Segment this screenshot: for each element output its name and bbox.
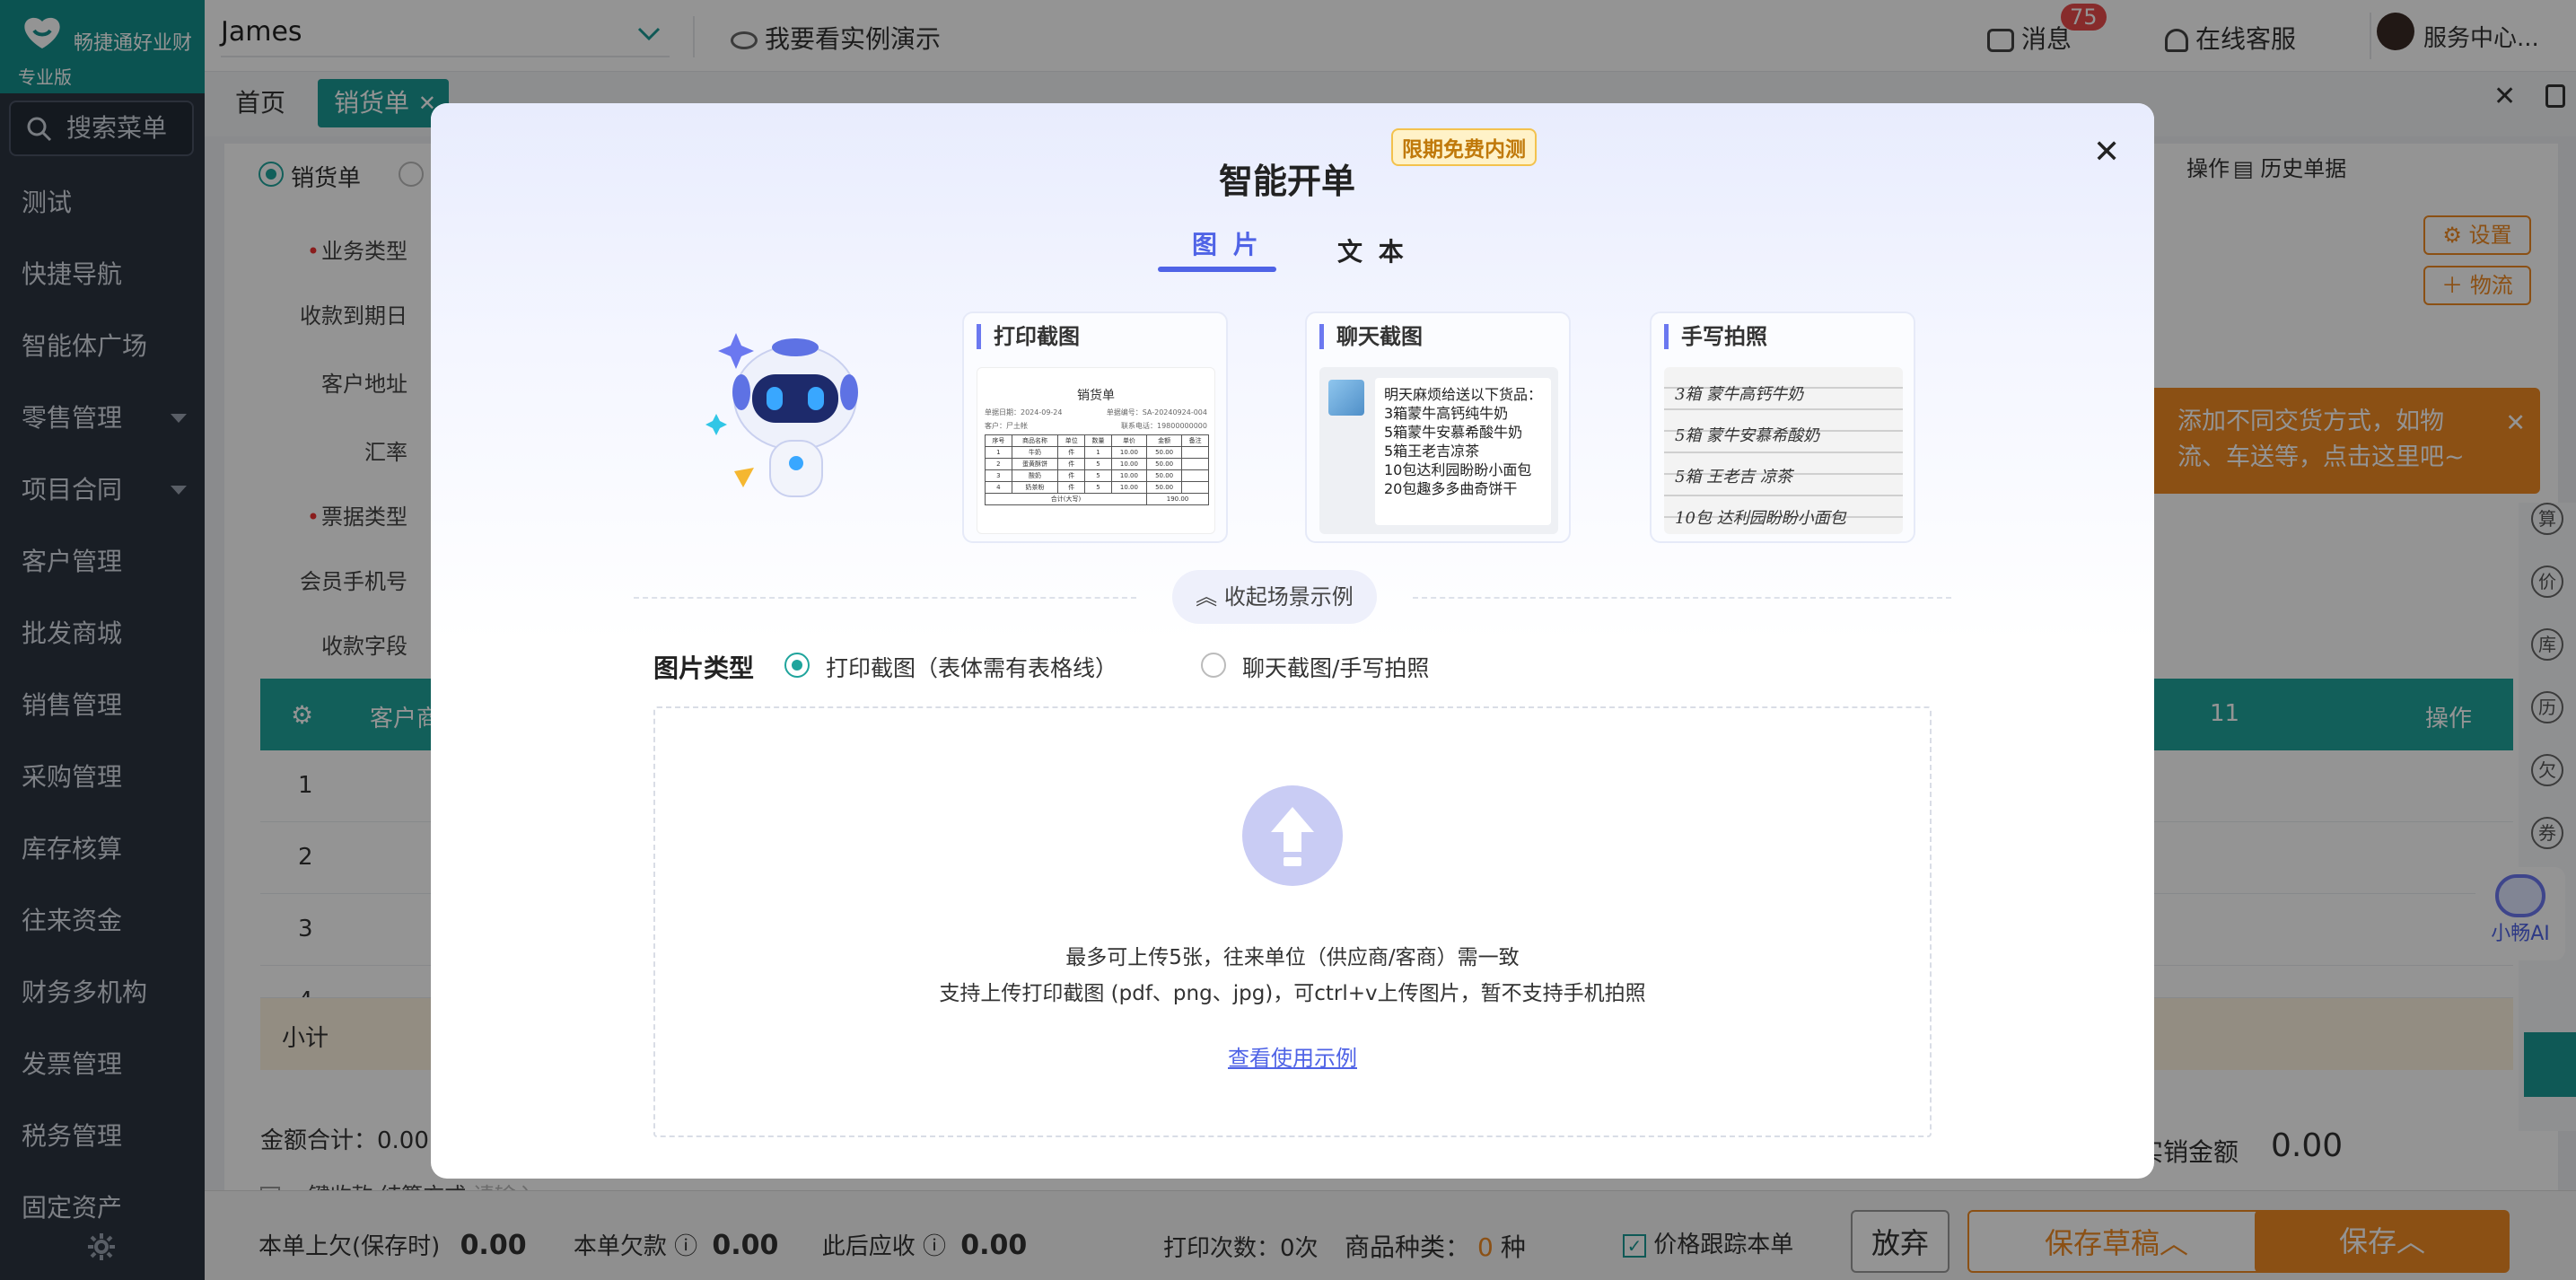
scene-handwritten-photo[interactable]: 手写拍照 3箱 蒙牛高钙牛奶 5箱 蒙牛安慕希酸奶 5箱 王老吉 凉茶 10包 达利园… (1650, 311, 1915, 543)
receipt-cell: 5 (1084, 458, 1112, 470)
receipt-cell: 商品名称 (1011, 434, 1059, 447)
receipt-cell (1181, 469, 1209, 482)
receipt-cell: 牛奶 (1011, 446, 1059, 459)
collapse-examples-button[interactable]: ︽ 收起场景示例 (1172, 570, 1377, 624)
chat-bubble: 明天麻烦给送以下货品： 3箱蒙牛高钙纯牛奶 5箱蒙牛安慕希酸牛奶 5箱王老吉凉茶 10包… (1375, 378, 1551, 525)
receipt-cell (1181, 458, 1209, 470)
receipt-cell: 件 (1057, 469, 1086, 482)
collapse-label: 收起场景示例 (1223, 584, 1354, 609)
chat-line: 5箱王老吉凉茶 (1384, 443, 1480, 460)
chat-preview: 明天麻烦给送以下货品： 3箱蒙牛高钙纯牛奶 5箱蒙牛安慕希酸牛奶 5箱王老吉凉茶 10包… (1319, 367, 1558, 534)
smart-billing-modal: 智能开单 限期免费内测 ✕ 图 片 文 本 打印截图 销货单 单据日期：2024… (431, 103, 2154, 1179)
receipt-cell: 件 (1057, 458, 1086, 470)
upload-icon[interactable] (1242, 785, 1343, 886)
tab-underline (1158, 267, 1276, 272)
receipt-cell (1181, 481, 1209, 494)
receipt-cell: 2 (985, 458, 1012, 470)
image-type-label: 图片类型 (653, 653, 755, 683)
radio-selected (784, 653, 810, 678)
scene-title: 聊天截图 (1319, 324, 1423, 349)
receipt-cell: 酸奶 (1011, 469, 1059, 482)
receipt-cell: 单位 (1057, 434, 1086, 447)
receipt-cell: 10.00 (1110, 458, 1148, 470)
robot-mascot-icon (705, 333, 858, 497)
divider (634, 597, 1136, 599)
view-example-link[interactable]: 查看使用示例 (655, 1040, 1930, 1072)
receipt-meta: 单据日期：2024-09-24 (985, 408, 1063, 416)
receipt-meta: 联系电话：19800000000 (1121, 422, 1207, 430)
receipt-cell: 10.00 (1110, 446, 1148, 459)
chat-line: 10包达利园盼盼小面包 (1384, 461, 1532, 478)
scene-chat-screenshot[interactable]: 聊天截图 明天麻烦给送以下货品： 3箱蒙牛高钙纯牛奶 5箱蒙牛安慕希酸牛奶 5箱王老吉… (1305, 311, 1571, 543)
receipt-cell: 件 (1057, 481, 1086, 494)
upload-hint-1: 最多可上传5张，往来单位（供应商/客商）需一致 (1065, 946, 1520, 969)
option-label: 聊天截图/手写拍照 (1242, 655, 1430, 681)
receipt-row: 2 蛋黄酥饼件 5 10.00 50.00 (985, 458, 1209, 470)
receipt-title: 销货单 (1077, 389, 1115, 403)
receipt-cell: 蛋黄酥饼 (1011, 458, 1059, 470)
receipt-cell: 备注 (1181, 434, 1209, 447)
close-icon[interactable]: ✕ (2093, 134, 2120, 171)
receipt-foot-row: 合计(大写) 190.00 (984, 493, 1209, 505)
receipt-cell: 奶茶粉 (1011, 481, 1059, 494)
handwritten-line: 3箱 蒙牛高钙牛奶 (1675, 385, 1804, 404)
receipt-meta: 客户：尸土帐 (985, 422, 1028, 430)
scene-title: 手写拍照 (1664, 324, 1767, 349)
example-link-label: 查看使用示例 (1228, 1046, 1357, 1071)
receipt-cell: 10.00 (1110, 469, 1148, 482)
tab-image[interactable]: 图 片 (1192, 225, 1262, 261)
scene-title: 打印截图 (977, 324, 1080, 349)
receipt-cell (1181, 446, 1209, 459)
chevron-up-icon: ︽ (1196, 584, 1224, 609)
receipt-cell: 190.00 (1146, 493, 1209, 505)
handwritten-line: 5箱 蒙牛安慕希酸奶 (1675, 426, 1820, 445)
chat-line: 3箱蒙牛高钙纯牛奶 (1384, 405, 1509, 422)
receipt-cell: 3 (985, 469, 1012, 482)
radio-unselected (1201, 653, 1226, 678)
chat-line: 明天麻烦给送以下货品： (1384, 386, 1543, 403)
modal-title: 智能开单 (1219, 162, 1356, 201)
receipt-cell: 50.00 (1146, 481, 1183, 494)
receipt-cell: 单价 (1110, 434, 1148, 447)
receipt-cell: 1 (1084, 446, 1112, 459)
receipt-cell: 50.00 (1146, 446, 1183, 459)
receipt-cell: 10.00 (1110, 481, 1148, 494)
chat-line: 5箱蒙牛安慕希酸牛奶 (1384, 424, 1523, 441)
receipt-cell: 4 (985, 481, 1012, 494)
receipt-preview: 销货单 单据日期：2024-09-24 单据编号：SA-20240924-004 … (977, 367, 1215, 534)
receipt-table: 序号 商品名称 单位 数量 单价 金额 备注 1 牛奶件 1 10.00 50.00 2 蛋黄酥饼件 5 10… (984, 434, 1209, 505)
receipt-cell: 1 (985, 446, 1012, 459)
divider (1413, 597, 1951, 599)
handwritten-line: 5箱 王老吉 凉茶 (1675, 468, 1792, 487)
receipt-row: 1 牛奶件 1 10.00 50.00 (985, 446, 1209, 459)
handwriting-preview: 3箱 蒙牛高钙牛奶 5箱 蒙牛安慕希酸奶 5箱 王老吉 凉茶 10包 达利园盼盼小面包 (1664, 367, 1903, 534)
receipt-row: 4 奶茶粉件 5 10.00 50.00 (985, 481, 1209, 494)
tab-text[interactable]: 文 本 (1337, 232, 1407, 268)
scene-print-screenshot[interactable]: 打印截图 销货单 单据日期：2024-09-24 单据编号：SA-20240924… (962, 311, 1228, 543)
receipt-meta: 单据编号：SA-20240924-004 (1106, 408, 1207, 416)
receipt-cell: 50.00 (1146, 458, 1183, 470)
receipt-head-row: 序号 商品名称 单位 数量 单价 金额 备注 (985, 434, 1209, 447)
upload-dropzone[interactable]: 最多可上传5张，往来单位（供应商/客商）需一致 支持上传打印截图 (pdf、pn… (653, 706, 1932, 1137)
receipt-cell: 序号 (985, 434, 1012, 447)
option-print-screenshot[interactable]: 打印截图（表体需有表格线） (784, 649, 1161, 681)
receipt-cell: 5 (1084, 469, 1112, 482)
chat-avatar (1328, 380, 1364, 416)
receipt-row: 3 酸奶件 5 10.00 50.00 (985, 469, 1209, 482)
receipt-cell: 合计(大写) (984, 493, 1148, 505)
receipt-cell: 50.00 (1146, 469, 1183, 482)
handwritten-line: 10包 达利园盼盼小面包 (1675, 509, 1846, 528)
beta-badge: 限期免费内测 (1391, 128, 1537, 166)
option-chat-handwritten[interactable]: 聊天截图/手写拍照 (1201, 649, 1488, 681)
receipt-cell: 件 (1057, 446, 1086, 459)
option-label: 打印截图（表体需有表格线） (826, 655, 1118, 681)
receipt-cell: 5 (1084, 481, 1112, 494)
chat-line: 20包趣多多曲奇饼干 (1384, 480, 1518, 497)
receipt-cell: 金额 (1146, 434, 1183, 447)
receipt-cell: 数量 (1084, 434, 1112, 447)
upload-hint-2: 支持上传打印截图 (pdf、png、jpg)，可ctrl+v上传图片，暂不支持手… (939, 982, 1646, 1005)
